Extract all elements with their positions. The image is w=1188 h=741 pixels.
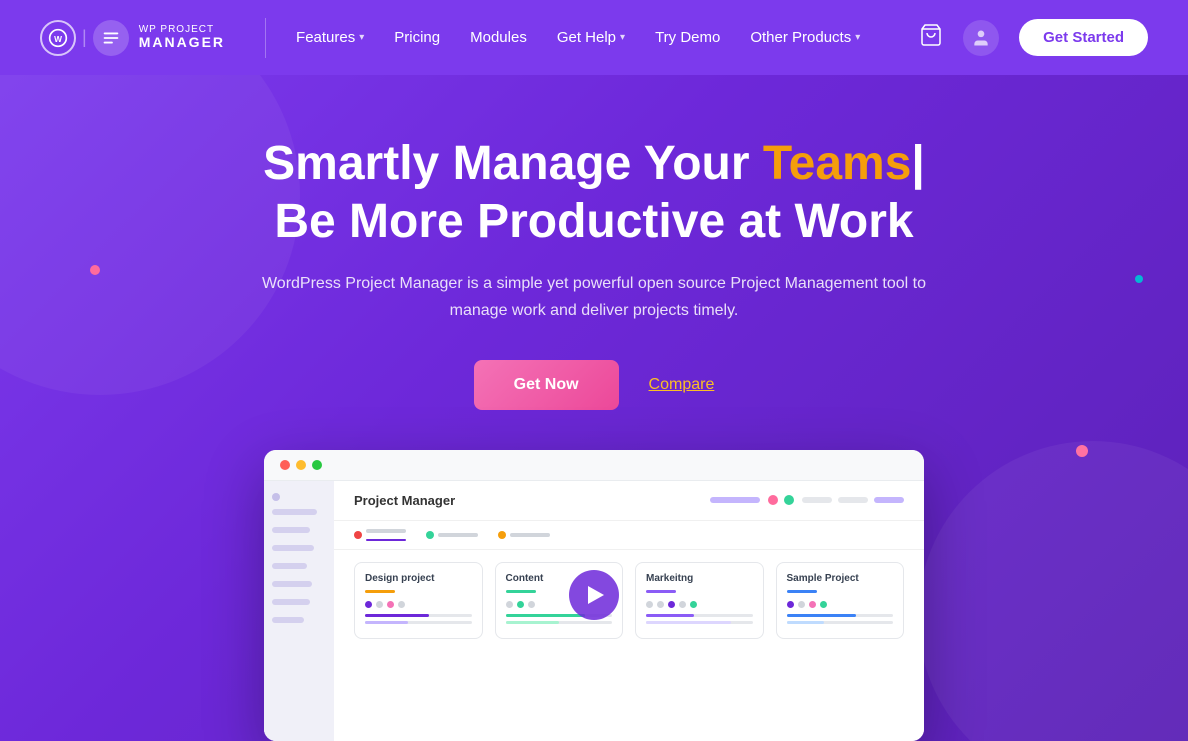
logo-icons: W | bbox=[40, 20, 129, 56]
nav-try-demo[interactable]: Try Demo bbox=[655, 29, 720, 46]
card-title: Sample Project bbox=[787, 573, 894, 584]
card-title: Design project bbox=[365, 573, 472, 584]
chevron-down-icon: ▾ bbox=[620, 32, 625, 43]
product-screenshot: Project Manager bbox=[264, 450, 924, 741]
nav-actions: Get Started bbox=[919, 19, 1148, 56]
mockup-card-sample: Sample Project bbox=[776, 562, 905, 639]
logo-wpm-icon bbox=[93, 20, 129, 56]
dot-decoration bbox=[1135, 275, 1143, 283]
hero-subtitle: WordPress Project Manager is a simple ye… bbox=[254, 270, 934, 324]
compare-button[interactable]: Compare bbox=[649, 376, 715, 394]
get-now-button[interactable]: Get Now bbox=[474, 360, 619, 410]
hero-section: Smartly Manage Your Teams| Be More Produ… bbox=[0, 75, 1188, 741]
hero-highlight: Teams bbox=[763, 137, 912, 190]
mockup-sidebar bbox=[264, 481, 334, 741]
brand-bottom: MANAGER bbox=[139, 35, 225, 50]
logo[interactable]: W | WP PROJECT MANAGER bbox=[40, 20, 225, 56]
mac-maximize-dot bbox=[312, 460, 322, 470]
brand-text: WP PROJECT MANAGER bbox=[139, 24, 225, 50]
navbar: W | WP PROJECT MANAGER Features ▾ Pricin… bbox=[0, 0, 1188, 75]
mockup-card-marketing: Markeitng bbox=[635, 562, 764, 639]
mockup-main: Project Manager bbox=[334, 481, 924, 741]
cart-icon[interactable] bbox=[919, 23, 943, 53]
svg-text:W: W bbox=[54, 34, 62, 44]
get-started-button[interactable]: Get Started bbox=[1019, 19, 1148, 56]
mockup-cards: Design project bbox=[334, 550, 924, 651]
nav-get-help[interactable]: Get Help ▾ bbox=[557, 29, 625, 46]
mockup-card-design: Design project bbox=[354, 562, 483, 639]
card-title: Markeitng bbox=[646, 573, 753, 584]
mac-minimize-dot bbox=[296, 460, 306, 470]
hero-title: Smartly Manage Your Teams| Be More Produ… bbox=[263, 135, 925, 250]
chevron-down-icon: ▾ bbox=[359, 32, 364, 43]
dot-decoration bbox=[1076, 445, 1088, 457]
mac-close-dot bbox=[280, 460, 290, 470]
nav-links: Features ▾ Pricing Modules Get Help ▾ Tr… bbox=[296, 29, 919, 46]
hero-cta: Get Now Compare bbox=[474, 360, 715, 410]
user-icon[interactable] bbox=[963, 20, 999, 56]
nav-other-products[interactable]: Other Products ▾ bbox=[750, 29, 860, 46]
chevron-down-icon: ▾ bbox=[855, 32, 860, 43]
logo-wp-icon: W bbox=[40, 20, 76, 56]
mockup-app-title: Project Manager bbox=[354, 493, 455, 508]
dot-decoration bbox=[90, 265, 100, 275]
nav-pricing[interactable]: Pricing bbox=[394, 29, 440, 46]
play-icon bbox=[588, 586, 604, 604]
mockup-toolbar bbox=[334, 521, 924, 550]
mockup-app-header: Project Manager bbox=[334, 481, 924, 521]
mockup-titlebar bbox=[264, 450, 924, 481]
play-button[interactable] bbox=[569, 570, 619, 620]
nav-features[interactable]: Features ▾ bbox=[296, 29, 364, 46]
nav-divider bbox=[265, 18, 266, 58]
nav-modules[interactable]: Modules bbox=[470, 29, 527, 46]
